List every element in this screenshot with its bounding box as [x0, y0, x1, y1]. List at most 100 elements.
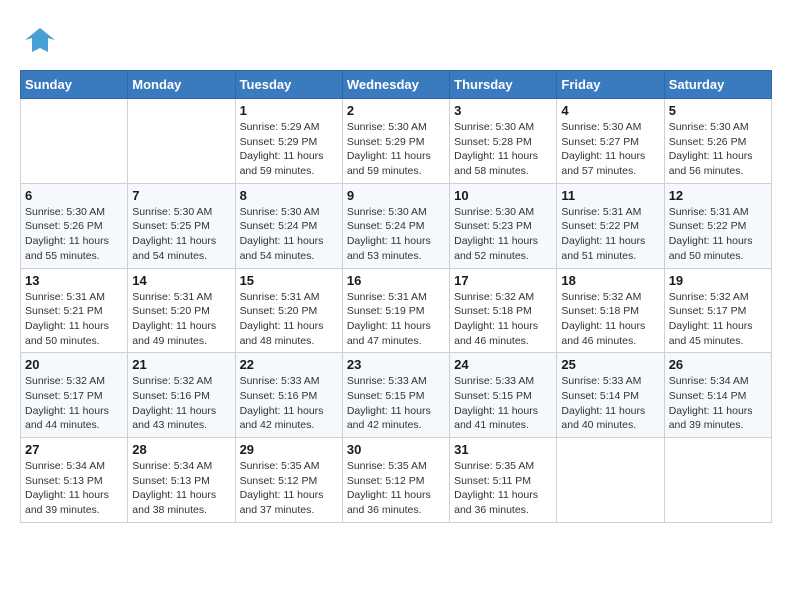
- calendar-cell: 29 Sunrise: 5:35 AM Sunset: 5:12 PM Dayli…: [235, 438, 342, 523]
- day-number: 5: [669, 103, 767, 118]
- calendar-week-row: 6Sunrise: 5:30 AM Sunset: 5:26 PM Daylig…: [21, 183, 772, 268]
- day-number: 21: [132, 357, 230, 372]
- day-number: 19: [669, 273, 767, 288]
- calendar-day-header: Thursday: [450, 71, 557, 99]
- calendar-cell: 26 Sunrise: 5:34 AM Sunset: 5:14 PM Dayli…: [664, 353, 771, 438]
- day-info: Sunrise: 5:32 AM Sunset: 5:18 PM Dayligh…: [561, 290, 659, 349]
- calendar-cell: 24Sunrise: 5:33 AM Sunset: 5:15 PM Dayli…: [450, 353, 557, 438]
- calendar-cell: 28 Sunrise: 5:34 AM Sunset: 5:13 PM Dayli…: [128, 438, 235, 523]
- calendar-cell: 5 Sunrise: 5:30 AM Sunset: 5:26 PM Daylig…: [664, 99, 771, 184]
- day-info: Sunrise: 5:30 AM Sunset: 5:24 PM Dayligh…: [347, 205, 445, 264]
- calendar-day-header: Tuesday: [235, 71, 342, 99]
- day-info: Sunrise: 5:30 AM Sunset: 5:23 PM Dayligh…: [454, 205, 552, 264]
- day-info: Sunrise: 5:34 AM Sunset: 5:13 PM Dayligh…: [132, 459, 230, 518]
- day-info: Sunrise: 5:34 AM Sunset: 5:14 PM Dayligh…: [669, 374, 767, 433]
- calendar-week-row: 27 Sunrise: 5:34 AM Sunset: 5:13 PM Dayli…: [21, 438, 772, 523]
- day-info: Sunrise: 5:33 AM Sunset: 5:15 PM Dayligh…: [347, 374, 445, 433]
- day-number: 13: [25, 273, 123, 288]
- day-info: Sunrise: 5:32 AM Sunset: 5:17 PM Dayligh…: [25, 374, 123, 433]
- calendar-day-header: Saturday: [664, 71, 771, 99]
- calendar-cell: 3 Sunrise: 5:30 AM Sunset: 5:28 PM Daylig…: [450, 99, 557, 184]
- day-number: 18: [561, 273, 659, 288]
- day-number: 20: [25, 357, 123, 372]
- day-number: 27: [25, 442, 123, 457]
- day-info: Sunrise: 5:32 AM Sunset: 5:18 PM Dayligh…: [454, 290, 552, 349]
- day-info: Sunrise: 5:32 AM Sunset: 5:17 PM Dayligh…: [669, 290, 767, 349]
- calendar-cell: [128, 99, 235, 184]
- day-number: 31: [454, 442, 552, 457]
- calendar-day-header: Monday: [128, 71, 235, 99]
- day-info: Sunrise: 5:33 AM Sunset: 5:14 PM Dayligh…: [561, 374, 659, 433]
- page-header: [20, 20, 772, 60]
- day-number: 30: [347, 442, 445, 457]
- day-info: Sunrise: 5:30 AM Sunset: 5:24 PM Dayligh…: [240, 205, 338, 264]
- calendar-cell: 9 Sunrise: 5:30 AM Sunset: 5:24 PM Daylig…: [342, 183, 449, 268]
- day-number: 3: [454, 103, 552, 118]
- calendar-table: SundayMondayTuesdayWednesdayThursdayFrid…: [20, 70, 772, 523]
- calendar-cell: 7Sunrise: 5:30 AM Sunset: 5:25 PM Daylig…: [128, 183, 235, 268]
- day-number: 29: [240, 442, 338, 457]
- calendar-day-header: Wednesday: [342, 71, 449, 99]
- calendar-day-header: Friday: [557, 71, 664, 99]
- day-info: Sunrise: 5:30 AM Sunset: 5:26 PM Dayligh…: [669, 120, 767, 179]
- calendar-cell: [557, 438, 664, 523]
- day-number: 14: [132, 273, 230, 288]
- calendar-cell: 25 Sunrise: 5:33 AM Sunset: 5:14 PM Dayli…: [557, 353, 664, 438]
- day-info: Sunrise: 5:30 AM Sunset: 5:27 PM Dayligh…: [561, 120, 659, 179]
- calendar-cell: 13 Sunrise: 5:31 AM Sunset: 5:21 PM Dayli…: [21, 268, 128, 353]
- day-info: Sunrise: 5:33 AM Sunset: 5:16 PM Dayligh…: [240, 374, 338, 433]
- calendar-week-row: 13 Sunrise: 5:31 AM Sunset: 5:21 PM Dayli…: [21, 268, 772, 353]
- day-number: 16: [347, 273, 445, 288]
- calendar-cell: 15 Sunrise: 5:31 AM Sunset: 5:20 PM Dayli…: [235, 268, 342, 353]
- day-info: Sunrise: 5:35 AM Sunset: 5:11 PM Dayligh…: [454, 459, 552, 518]
- day-info: Sunrise: 5:34 AM Sunset: 5:13 PM Dayligh…: [25, 459, 123, 518]
- calendar-cell: 2 Sunrise: 5:30 AM Sunset: 5:29 PM Daylig…: [342, 99, 449, 184]
- day-number: 8: [240, 188, 338, 203]
- day-info: Sunrise: 5:33 AM Sunset: 5:15 PM Dayligh…: [454, 374, 552, 433]
- day-info: Sunrise: 5:35 AM Sunset: 5:12 PM Dayligh…: [240, 459, 338, 518]
- day-info: Sunrise: 5:31 AM Sunset: 5:21 PM Dayligh…: [25, 290, 123, 349]
- day-number: 25: [561, 357, 659, 372]
- calendar-day-header: Sunday: [21, 71, 128, 99]
- calendar-cell: 10Sunrise: 5:30 AM Sunset: 5:23 PM Dayli…: [450, 183, 557, 268]
- calendar-cell: 23 Sunrise: 5:33 AM Sunset: 5:15 PM Dayli…: [342, 353, 449, 438]
- day-info: Sunrise: 5:31 AM Sunset: 5:22 PM Dayligh…: [561, 205, 659, 264]
- day-number: 11: [561, 188, 659, 203]
- day-info: Sunrise: 5:30 AM Sunset: 5:28 PM Dayligh…: [454, 120, 552, 179]
- calendar-cell: 4 Sunrise: 5:30 AM Sunset: 5:27 PM Daylig…: [557, 99, 664, 184]
- day-info: Sunrise: 5:29 AM Sunset: 5:29 PM Dayligh…: [240, 120, 338, 179]
- calendar-header-row: SundayMondayTuesdayWednesdayThursdayFrid…: [21, 71, 772, 99]
- day-number: 17: [454, 273, 552, 288]
- calendar-cell: 8 Sunrise: 5:30 AM Sunset: 5:24 PM Daylig…: [235, 183, 342, 268]
- day-info: Sunrise: 5:32 AM Sunset: 5:16 PM Dayligh…: [132, 374, 230, 433]
- day-number: 26: [669, 357, 767, 372]
- day-info: Sunrise: 5:31 AM Sunset: 5:20 PM Dayligh…: [132, 290, 230, 349]
- calendar-cell: 21 Sunrise: 5:32 AM Sunset: 5:16 PM Dayli…: [128, 353, 235, 438]
- day-number: 15: [240, 273, 338, 288]
- day-number: 4: [561, 103, 659, 118]
- calendar-cell: 17 Sunrise: 5:32 AM Sunset: 5:18 PM Dayli…: [450, 268, 557, 353]
- day-number: 22: [240, 357, 338, 372]
- calendar-cell: 1 Sunrise: 5:29 AM Sunset: 5:29 PM Daylig…: [235, 99, 342, 184]
- day-number: 7: [132, 188, 230, 203]
- day-number: 28: [132, 442, 230, 457]
- day-number: 6: [25, 188, 123, 203]
- day-number: 2: [347, 103, 445, 118]
- calendar-cell: 19 Sunrise: 5:32 AM Sunset: 5:17 PM Dayli…: [664, 268, 771, 353]
- day-info: Sunrise: 5:31 AM Sunset: 5:20 PM Dayligh…: [240, 290, 338, 349]
- day-number: 1: [240, 103, 338, 118]
- calendar-cell: [664, 438, 771, 523]
- day-number: 9: [347, 188, 445, 203]
- day-info: Sunrise: 5:31 AM Sunset: 5:22 PM Dayligh…: [669, 205, 767, 264]
- day-number: 23: [347, 357, 445, 372]
- calendar-cell: 12 Sunrise: 5:31 AM Sunset: 5:22 PM Dayli…: [664, 183, 771, 268]
- logo: [20, 20, 64, 60]
- calendar-cell: 20 Sunrise: 5:32 AM Sunset: 5:17 PM Dayli…: [21, 353, 128, 438]
- calendar-week-row: 1 Sunrise: 5:29 AM Sunset: 5:29 PM Daylig…: [21, 99, 772, 184]
- calendar-cell: 11 Sunrise: 5:31 AM Sunset: 5:22 PM Dayli…: [557, 183, 664, 268]
- calendar-cell: [21, 99, 128, 184]
- day-info: Sunrise: 5:30 AM Sunset: 5:29 PM Dayligh…: [347, 120, 445, 179]
- day-number: 12: [669, 188, 767, 203]
- calendar-cell: 18 Sunrise: 5:32 AM Sunset: 5:18 PM Dayli…: [557, 268, 664, 353]
- calendar-cell: 14 Sunrise: 5:31 AM Sunset: 5:20 PM Dayli…: [128, 268, 235, 353]
